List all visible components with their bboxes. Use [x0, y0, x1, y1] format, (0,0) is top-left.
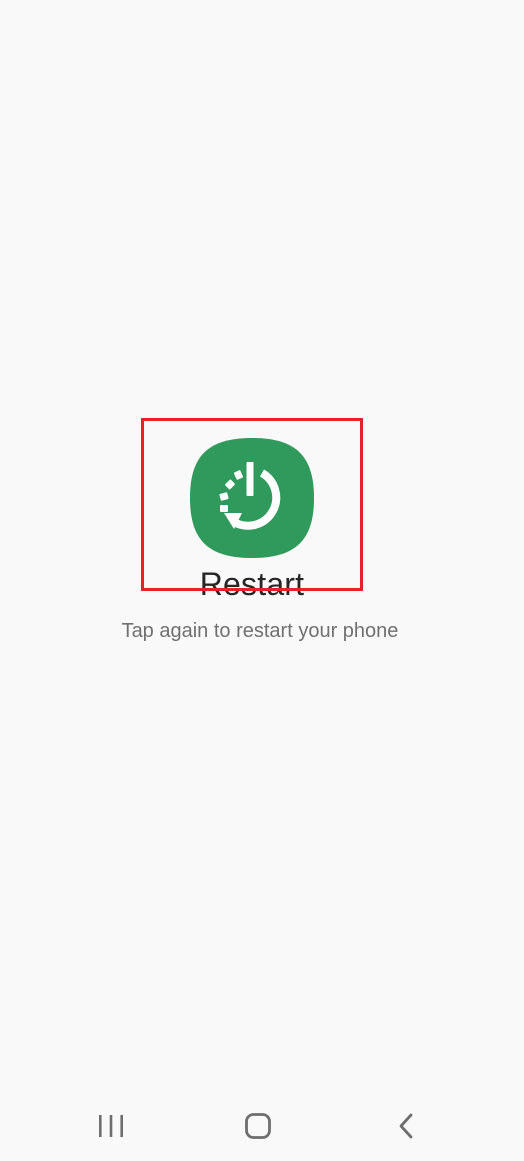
navigation-bar [0, 1100, 524, 1152]
back-icon [399, 1113, 413, 1139]
restart-highlight-box [141, 418, 363, 591]
restart-hint-text: Tap again to restart your phone [121, 620, 399, 642]
back-button[interactable] [376, 1100, 436, 1152]
recent-apps-button[interactable] [81, 1100, 141, 1152]
home-button[interactable] [228, 1100, 288, 1152]
recent-apps-icon [99, 1115, 123, 1137]
home-icon [245, 1113, 271, 1139]
